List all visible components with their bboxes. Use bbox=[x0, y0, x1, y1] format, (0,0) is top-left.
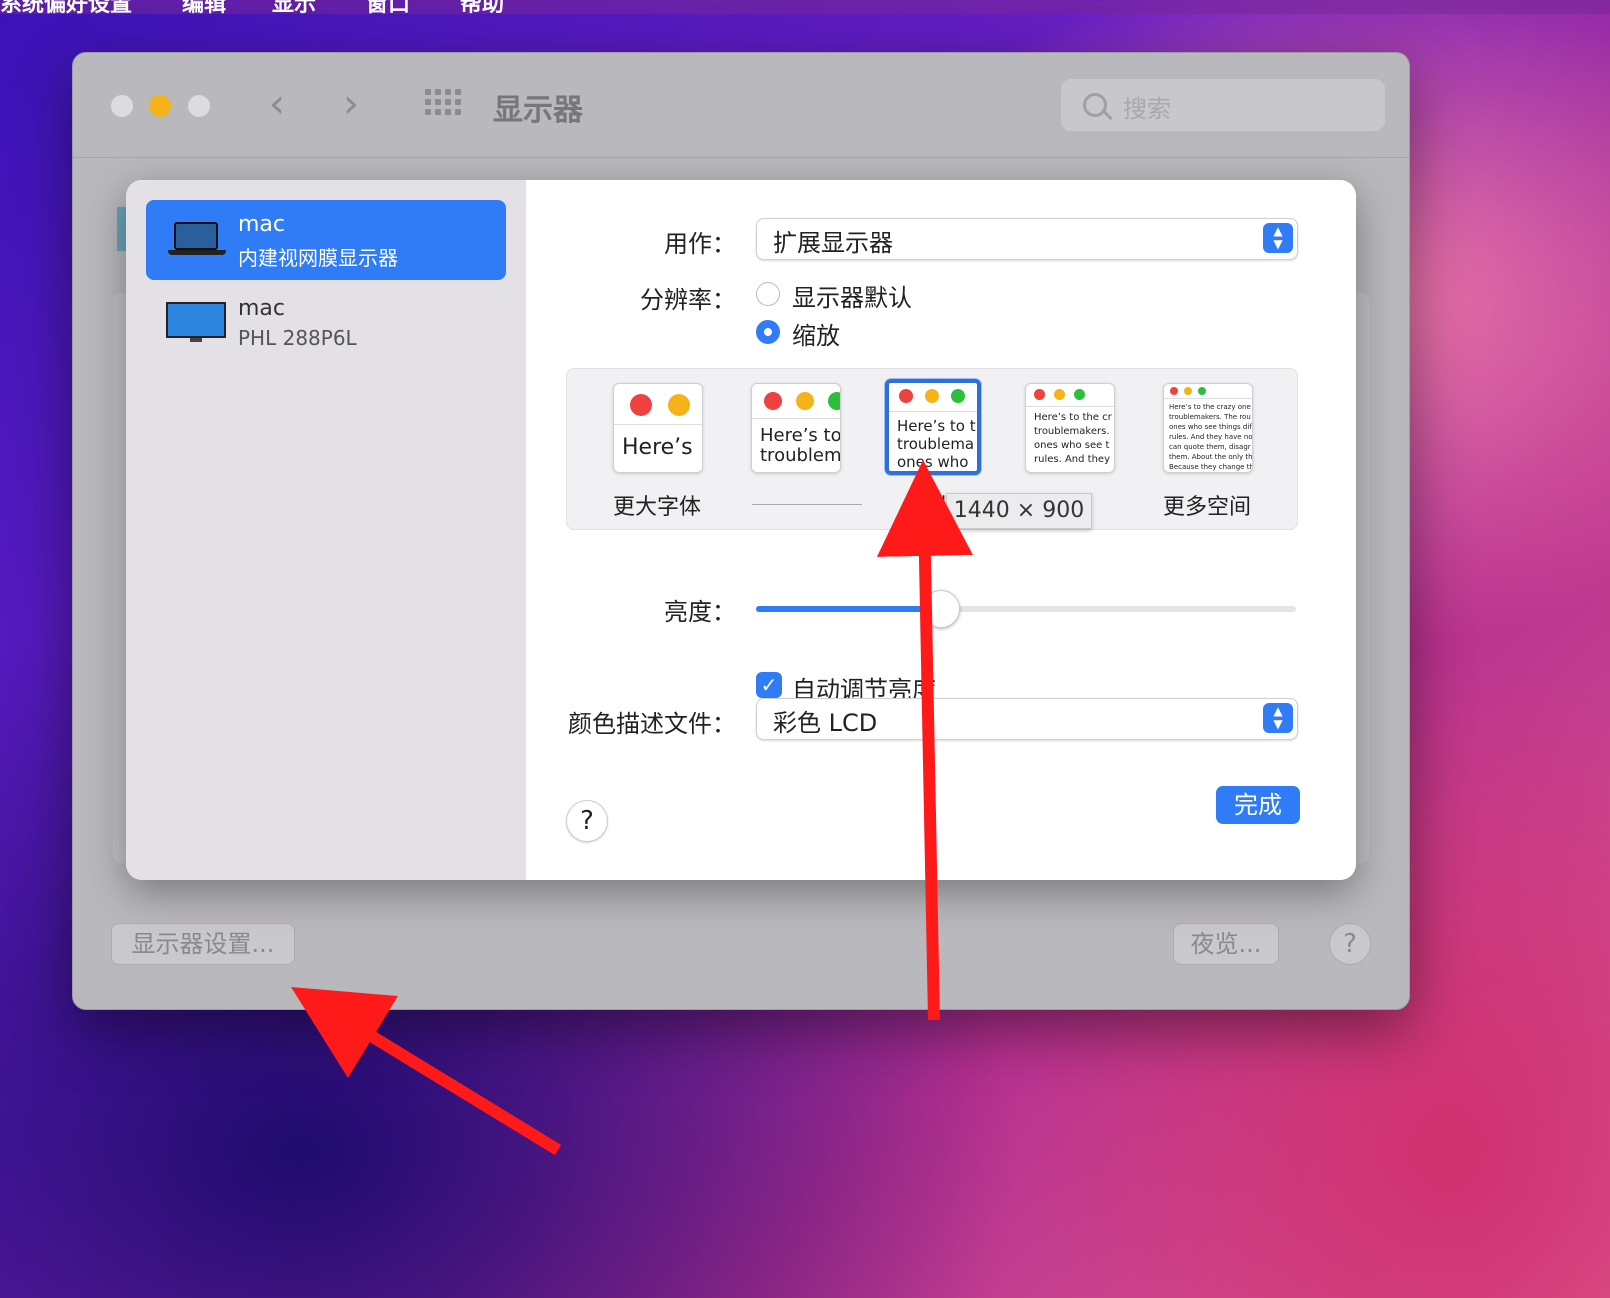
menu-item-window[interactable]: 窗口 bbox=[366, 0, 410, 14]
display-subtitle: 内建视网膜显示器 bbox=[238, 246, 398, 270]
display-settings-button[interactable]: 显示器设置... bbox=[111, 923, 295, 965]
display-subtitle: PHL 288P6L bbox=[238, 326, 357, 350]
scale-preview-text: Here’s bbox=[622, 436, 693, 460]
forward-arrow-icon[interactable]: › bbox=[343, 81, 359, 127]
close-button[interactable] bbox=[111, 95, 133, 117]
night-shift-button[interactable]: 夜览... bbox=[1173, 923, 1279, 965]
done-button[interactable]: 完成 bbox=[1216, 786, 1300, 824]
popup-arrows-icon: ▲ ▼ bbox=[1263, 223, 1293, 253]
menu-item-edit[interactable]: 编辑 bbox=[182, 0, 226, 14]
resolution-tooltip: 1440 × 900 bbox=[946, 493, 1092, 529]
brightness-label: 亮度： bbox=[664, 598, 736, 626]
display-settings-content: 用作： 扩展显示器 ▲ ▼ 分辨率： 显示器默认 缩放 Here’s Here’s… bbox=[526, 180, 1356, 880]
show-all-grid-icon[interactable] bbox=[425, 89, 461, 117]
display-name: mac bbox=[238, 296, 286, 321]
annotation-arrow-to-display-settings bbox=[291, 986, 562, 1156]
brightness-slider[interactable] bbox=[756, 590, 1296, 628]
brightness-knob[interactable] bbox=[921, 590, 960, 628]
menu-item-app[interactable]: 系统偏好设置 bbox=[0, 0, 132, 14]
scale-preview-text: Here’s to troublem bbox=[760, 426, 841, 466]
display-list-sidebar: mac 内建视网膜显示器 mac PHL 288P6L bbox=[126, 180, 526, 880]
scale-option-3-selected[interactable]: Here’s to t troublema ones who bbox=[885, 379, 981, 475]
radio-default-label: 显示器默认 bbox=[792, 284, 912, 312]
use-as-popup[interactable]: 扩展显示器 ▲ ▼ bbox=[756, 218, 1298, 260]
menu-bar: 系统偏好设置 编辑 显示 窗口 帮助 bbox=[0, 0, 1610, 14]
minimize-button[interactable] bbox=[149, 95, 171, 117]
title-bar: ‹ › 显示器 搜索 bbox=[73, 53, 1409, 158]
scale-option-4[interactable]: Here’s to the cr troublemakers. ones who… bbox=[1025, 383, 1115, 473]
resolution-label: 分辨率： bbox=[640, 286, 736, 314]
scale-options-box: Here’s Here’s to troublem Here’s to t tr… bbox=[566, 368, 1298, 530]
scale-divider bbox=[752, 504, 862, 505]
popup-arrows-icon: ▲ ▼ bbox=[1263, 703, 1293, 733]
scale-option-2[interactable]: Here’s to troublem bbox=[751, 383, 841, 473]
scale-preview-text: Here’s to the cr troublemakers. ones who… bbox=[1034, 412, 1112, 465]
more-space-label: 更多空间 bbox=[1163, 495, 1252, 520]
menu-item-help[interactable]: 帮助 bbox=[460, 0, 504, 14]
radio-scaled-resolution[interactable] bbox=[756, 320, 780, 344]
larger-text-label: 更大字体 bbox=[613, 495, 702, 520]
scale-preview-text: Here’s to the crazy one troublemakers. T… bbox=[1169, 403, 1253, 471]
window-title: 显示器 bbox=[493, 93, 583, 128]
radio-scaled-label: 缩放 bbox=[792, 322, 840, 350]
display-name: mac bbox=[238, 212, 286, 237]
color-profile-value: 彩色 LCD bbox=[773, 709, 878, 737]
sheet-help-button[interactable]: ? bbox=[566, 800, 608, 842]
color-profile-label: 颜色描述文件： bbox=[568, 710, 736, 738]
color-profile-popup[interactable]: 彩色 LCD ▲ ▼ bbox=[756, 698, 1298, 740]
default-label: 默认 bbox=[907, 495, 952, 520]
search-field[interactable]: 搜索 bbox=[1061, 79, 1385, 131]
scale-option-5[interactable]: Here’s to the crazy one troublemakers. T… bbox=[1163, 383, 1253, 473]
brightness-fill bbox=[756, 606, 940, 612]
auto-brightness-checkbox[interactable]: ✓ bbox=[756, 672, 782, 698]
back-arrow-icon[interactable]: ‹ bbox=[269, 81, 285, 127]
monitor-icon bbox=[166, 302, 226, 342]
search-placeholder: 搜索 bbox=[1123, 95, 1171, 123]
zoom-button[interactable] bbox=[188, 95, 210, 117]
display-settings-sheet: mac 内建视网膜显示器 mac PHL 288P6L 用作： 扩展显示器 ▲ ▼… bbox=[126, 180, 1356, 880]
use-as-label: 用作： bbox=[664, 230, 736, 258]
display-item-external[interactable]: mac PHL 288P6L bbox=[146, 284, 506, 364]
use-as-value: 扩展显示器 bbox=[773, 229, 893, 257]
scale-option-1[interactable]: Here’s bbox=[613, 383, 703, 473]
menu-item-view[interactable]: 显示 bbox=[272, 0, 316, 14]
search-icon bbox=[1083, 93, 1107, 117]
window-help-button[interactable]: ? bbox=[1329, 923, 1371, 965]
scale-preview-text: Here’s to t troublema ones who bbox=[897, 417, 976, 471]
laptop-icon bbox=[168, 222, 226, 256]
display-item-builtin[interactable]: mac 内建视网膜显示器 bbox=[146, 200, 506, 280]
radio-default-resolution[interactable] bbox=[756, 282, 780, 306]
